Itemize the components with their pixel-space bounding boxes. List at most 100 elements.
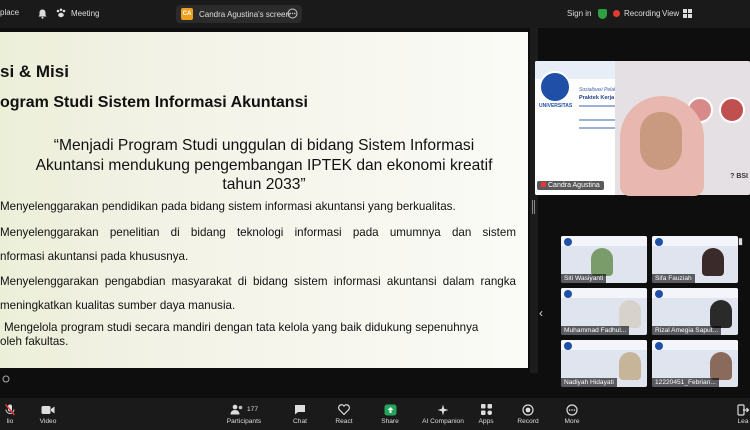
slide-title-line2: ogram Studi Sistem Informasi Akuntansi bbox=[0, 94, 308, 111]
record-icon bbox=[522, 403, 534, 416]
flyer-overflow-text: ? BSI bbox=[730, 173, 748, 180]
participant-tile[interactable]: Nadiyah Hidayati bbox=[561, 340, 647, 387]
participant-video bbox=[710, 300, 732, 328]
scroll-marker-icon bbox=[2, 375, 10, 383]
react-button[interactable]: React bbox=[331, 398, 357, 430]
heart-react-icon bbox=[338, 404, 350, 415]
audio-label: lio bbox=[6, 418, 14, 425]
audio-button[interactable]: lio bbox=[0, 398, 20, 430]
resize-handle-icon[interactable] bbox=[531, 200, 536, 214]
speaker-name: Candra Agustina bbox=[548, 182, 600, 189]
participant-tile[interactable]: 12220451_Febrian... bbox=[652, 340, 738, 387]
view-button[interactable]: View bbox=[662, 9, 693, 18]
view-label: View bbox=[662, 9, 680, 18]
meeting-label: Meeting bbox=[71, 8, 100, 18]
participant-name: 12220451_Febrian... bbox=[652, 378, 719, 387]
participant-tile[interactable]: Rizal Amegia Saput... bbox=[652, 288, 738, 335]
video-camera-icon bbox=[41, 405, 55, 414]
meeting-controls-toolbar: lio Video 177 Participants Chat React Sh… bbox=[0, 398, 750, 430]
participant-tile[interactable]: Muhammad Fadhul... bbox=[561, 288, 647, 335]
participant-name: Rizal Amegia Saput... bbox=[652, 326, 722, 335]
apps-label: Apps bbox=[478, 418, 494, 425]
leave-button[interactable]: Lea bbox=[736, 398, 750, 430]
participant-video bbox=[619, 352, 641, 380]
mission-item-4-line2: oleh fakultas. bbox=[0, 335, 69, 348]
vision-line1: “Menjadi Program Studi unggulan di bidan… bbox=[53, 137, 475, 154]
leave-door-icon bbox=[737, 403, 749, 416]
participant-name: Muhammad Fadhul... bbox=[561, 326, 630, 335]
presentation-slide: si & Misi ogram Studi Sistem Informasi A… bbox=[0, 32, 528, 368]
university-logo-icon bbox=[564, 238, 572, 246]
react-label: React bbox=[335, 418, 353, 425]
participants-icon bbox=[230, 404, 243, 415]
apps-grid-icon bbox=[480, 404, 492, 415]
participant-video bbox=[702, 248, 724, 276]
more-dots-icon bbox=[566, 403, 578, 416]
mission-item-3-line2: meningkatkan kualitas sumber daya manusi… bbox=[0, 299, 236, 312]
participant-video bbox=[619, 300, 641, 328]
mic-muted-icon bbox=[541, 182, 546, 187]
participants-count: 177 bbox=[246, 406, 258, 413]
more-button[interactable]: More bbox=[560, 398, 584, 430]
video-label: Video bbox=[39, 418, 57, 425]
apps-button[interactable]: Apps bbox=[474, 398, 498, 430]
participant-tile[interactable]: Sifa Fauziah bbox=[652, 236, 738, 283]
vision-statement: “Menjadi Program Studi unggulan di bidan… bbox=[0, 136, 528, 195]
speaker-name-tag: Candra Agustina bbox=[537, 181, 604, 190]
participant-name: Siti Wasiyanti bbox=[561, 274, 607, 283]
previous-page-chevron-icon[interactable]: ‹ bbox=[539, 306, 543, 320]
mission-item-4-line1: Mengelola program studi secara mandiri d… bbox=[4, 321, 479, 334]
chat-button[interactable]: Chat bbox=[288, 398, 312, 430]
screen-share-options-icon[interactable] bbox=[287, 8, 298, 21]
view-grid-icon bbox=[683, 9, 693, 18]
flyer-university-text: UNIVERSITAS bbox=[539, 103, 573, 109]
participants-label: Participants bbox=[226, 418, 262, 425]
notification-bell-icon[interactable] bbox=[38, 9, 47, 19]
share-label: Share bbox=[381, 418, 399, 425]
meeting-button[interactable]: Meeting bbox=[55, 7, 99, 19]
shared-screen-label: Candra Agustina's screen bbox=[199, 9, 290, 19]
share-screen-icon bbox=[384, 404, 396, 415]
ai-sparkle-icon bbox=[437, 404, 449, 415]
recording-indicator[interactable]: Recording bbox=[613, 9, 660, 18]
more-label: More bbox=[564, 418, 580, 425]
recording-label: Recording bbox=[624, 9, 661, 18]
chat-label: Chat bbox=[293, 418, 307, 425]
mission-item-2-line1: Menyelenggarakan penelitian di bidang te… bbox=[0, 226, 516, 239]
record-button[interactable]: Record bbox=[514, 398, 542, 430]
video-button[interactable]: Video bbox=[36, 398, 60, 430]
university-logo-icon bbox=[564, 290, 572, 298]
university-logo bbox=[539, 71, 571, 103]
vision-line3: tahun 2033” bbox=[222, 176, 306, 193]
participant-name: Nadiyah Hidayati bbox=[561, 378, 617, 387]
ai-companion-button[interactable]: AI Companion bbox=[418, 398, 468, 430]
mission-item-1: Menyelenggarakan pendidikan pada bidang … bbox=[0, 200, 456, 213]
record-label: Record bbox=[517, 418, 539, 425]
encryption-shield-icon[interactable] bbox=[598, 9, 612, 19]
app-label: place bbox=[0, 8, 20, 17]
slide-title-line1: si & Misi bbox=[0, 62, 69, 81]
paw-icon bbox=[56, 8, 66, 18]
mission-item-2-line2: nformasi akuntansi pada khususnya. bbox=[0, 250, 189, 263]
leave-label: Lea bbox=[737, 418, 749, 425]
mic-muted-icon bbox=[5, 403, 15, 415]
share-button[interactable]: Share bbox=[377, 398, 403, 430]
record-dot-icon bbox=[613, 10, 620, 17]
mission-item-3-line1: Menyelenggarakan pengabdian masyarakat d… bbox=[0, 275, 516, 288]
participant-name: Sifa Fauziah bbox=[652, 274, 695, 283]
shared-screen-indicator[interactable]: CA Candra Agustina's screen bbox=[176, 5, 302, 23]
ai-companion-label: AI Companion bbox=[422, 418, 464, 425]
participant-tile[interactable]: Siti Wasiyanti bbox=[561, 236, 647, 283]
meeting-top-bar: place Meeting CA Candra Agustina's scree… bbox=[0, 0, 750, 28]
university-logo-icon bbox=[564, 342, 572, 350]
screen-owner-avatar: CA bbox=[181, 8, 193, 20]
university-logo-icon bbox=[655, 342, 663, 350]
chat-bubble-icon bbox=[295, 405, 305, 415]
participant-video bbox=[591, 248, 613, 276]
participants-button[interactable]: 177 Participants bbox=[222, 398, 266, 430]
participant-video bbox=[710, 352, 732, 380]
participant-gallery: Siti Wasiyanti Sifa Fauziah Muhammad Fad… bbox=[561, 236, 750, 396]
sign-in-button[interactable]: Sign in bbox=[567, 9, 591, 18]
vision-line2: Akuntansi mendukung pengembangan IPTEK d… bbox=[35, 156, 493, 174]
university-logo-icon bbox=[655, 290, 663, 298]
